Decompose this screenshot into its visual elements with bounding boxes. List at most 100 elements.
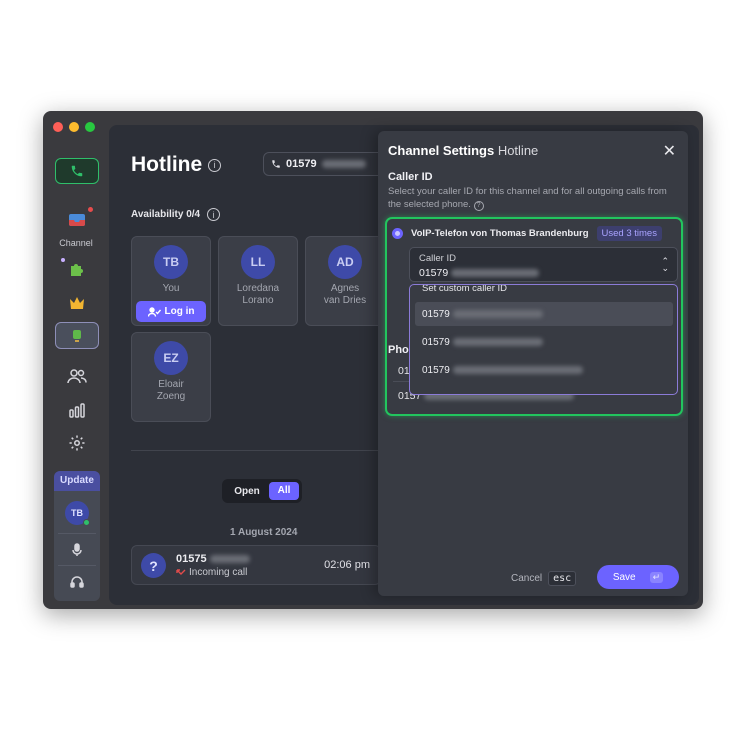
caller-id-description-text: Select your caller ID for this channel a…: [388, 186, 667, 210]
redacted-number: [452, 338, 543, 347]
agent-name: Agnes van Dries: [323, 283, 367, 306]
call-history-row[interactable]: ? 01575 Incoming call 02:06 pm: [131, 545, 381, 585]
esc-key-hint: esc: [548, 571, 577, 586]
phone-row: 01: [398, 365, 410, 377]
close-icon[interactable]: ✕: [663, 141, 676, 161]
phone-icon: [272, 160, 280, 168]
bar-chart-icon: [69, 403, 85, 418]
unknown-caller-icon: ?: [141, 553, 166, 578]
caller-id-heading: Caller ID: [388, 171, 433, 183]
caller-id-select-value: 01579: [419, 267, 540, 279]
sidebar-premium-icon[interactable]: [63, 291, 91, 315]
agent-card: LL Loredana Lorano: [218, 236, 298, 326]
login-label: Log in: [164, 306, 195, 317]
redacted-number: [451, 269, 540, 278]
filter-open[interactable]: Open: [225, 486, 269, 497]
radio-selected[interactable]: [392, 228, 403, 239]
user-initials: TB: [71, 508, 83, 518]
phone-option[interactable]: VoIP-Telefon von Thomas Brandenburg Used…: [392, 226, 662, 241]
sidebar-phone-button[interactable]: [55, 158, 99, 184]
dropdown-option[interactable]: 01579: [422, 337, 543, 348]
sidebar-settings-icon[interactable]: [63, 431, 91, 455]
availability-label: Availability 0/4: [131, 209, 201, 220]
cancel-label: Cancel: [511, 573, 543, 584]
agent-card: EZ Eloair Zoeng: [131, 332, 211, 422]
agent-name: Eloair Zoeng: [156, 379, 186, 402]
panel-title-rest: Hotline: [497, 143, 539, 158]
redacted-number: [452, 366, 583, 375]
help-icon[interactable]: ?: [473, 200, 484, 211]
crown-icon: [70, 297, 84, 309]
agent-card: TB You Log in: [131, 236, 211, 326]
phone-option-label: VoIP-Telefon von Thomas Brandenburg: [411, 228, 589, 239]
call-type: Incoming call: [176, 567, 247, 578]
availability-row: Availability 0/4 i: [131, 208, 221, 221]
page-title: Hotline: [131, 153, 203, 176]
info-icon[interactable]: i: [207, 208, 221, 221]
save-label: Save: [612, 571, 636, 583]
agent-avatar: LL: [241, 245, 275, 279]
history-date: 1 August 2024: [230, 527, 298, 538]
headset-icon: [70, 576, 84, 588]
call-time: 02:06 pm: [324, 559, 370, 571]
caller-id-select-value-text: 01579: [419, 267, 449, 279]
redacted-number: [209, 555, 250, 564]
notification-dot: [61, 258, 65, 262]
filter-all[interactable]: All: [269, 482, 299, 500]
save-button[interactable]: Save ↵: [597, 565, 679, 589]
agent-avatar: AD: [328, 245, 362, 279]
agent-card: AD Agnes van Dries: [305, 236, 385, 326]
used-badge: Used 3 times: [596, 226, 662, 241]
sidebar-inbox-icon[interactable]: [63, 207, 93, 231]
dropdown-option-text: 01579: [422, 337, 450, 348]
sidebar-contacts-icon[interactable]: [63, 364, 91, 388]
agent-avatar: EZ: [154, 341, 188, 375]
missed-call-icon: [176, 568, 186, 575]
dropdown-custom-option[interactable]: Set custom caller ID: [422, 285, 507, 294]
page-header: Hotline i: [131, 153, 222, 177]
sidebar-stats-icon[interactable]: [63, 398, 91, 422]
panel-title: Channel Settings Hotline: [388, 143, 538, 158]
update-button[interactable]: Update: [54, 471, 100, 491]
sidebar-integrations-icon[interactable]: [61, 257, 91, 281]
sidebar-channel-label: Channel: [59, 238, 93, 248]
caller-id-description: Select your caller ID for this channel a…: [388, 185, 678, 211]
chevron-updown-icon: ⌃ ⌄: [661, 256, 669, 273]
agent-avatar: TB: [154, 245, 188, 279]
inbox-icon: [69, 214, 85, 226]
caller-id-select-label: Caller ID: [419, 253, 456, 264]
login-button[interactable]: Log in: [136, 301, 206, 322]
app-window: Channel Update TB Hotline i 01579 Availa…: [43, 111, 703, 609]
sidebar-bottom-group: Update TB: [54, 471, 100, 601]
enter-key-hint: ↵: [649, 571, 664, 583]
caller-id-select[interactable]: Caller ID 01579 ⌃ ⌄: [409, 247, 678, 282]
redacted-number: [321, 160, 366, 168]
microphone-button[interactable]: [54, 543, 100, 557]
call-number: 01575: [176, 553, 250, 565]
gear-icon: [69, 435, 85, 451]
filter-toggle: Open All: [222, 479, 302, 503]
users-icon: [67, 369, 87, 384]
call-number-text: 01575: [176, 553, 207, 565]
notification-dot: [88, 207, 93, 212]
call-type-text: Incoming call: [189, 567, 248, 578]
user-avatar[interactable]: TB: [65, 501, 90, 526]
headset-button[interactable]: [54, 575, 100, 588]
panel-title-bold: Channel Settings: [388, 143, 495, 158]
redacted-number: [452, 310, 543, 319]
phone-number: 01579: [286, 158, 317, 170]
dropdown-option-text: 01579: [422, 309, 450, 320]
dropdown-option[interactable]: 01579: [422, 309, 543, 320]
sidebar-hotline-button[interactable]: [55, 322, 99, 349]
trophy-icon: [73, 329, 81, 342]
phone-number-selector[interactable]: 01579: [263, 152, 393, 176]
microphone-icon: [72, 543, 82, 556]
caller-id-dropdown: Set custom caller ID 01579 01579 01579: [409, 284, 678, 395]
channel-settings-panel: Channel Settings Hotline ✕ Caller ID Sel…: [378, 131, 688, 596]
dropdown-option-text: 01579: [422, 365, 450, 376]
online-status-dot: [83, 519, 90, 526]
info-icon[interactable]: i: [208, 158, 222, 172]
agent-name: Loredana Lorano: [236, 283, 280, 306]
dropdown-option[interactable]: 01579: [422, 365, 583, 376]
cancel-button[interactable]: Cancel esc: [511, 571, 577, 586]
